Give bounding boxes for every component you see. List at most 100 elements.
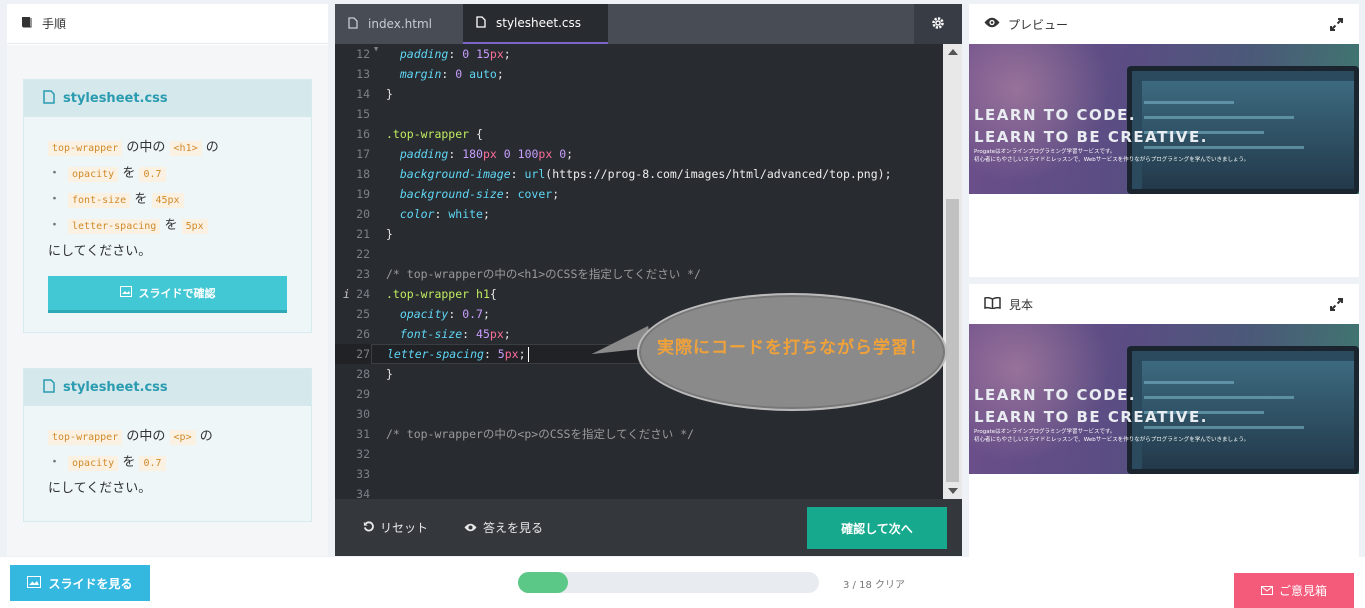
code-snippet: font-size [68,193,131,208]
line-number: 31 [356,427,370,441]
progress-bar [518,572,819,593]
instruction-text: の [199,429,213,444]
instruction-text: を [164,218,178,233]
line-number-wrap: i 24 [335,287,371,301]
line-number: 32 [356,447,370,461]
instruction-card: stylesheet.css top-wrapper の中の <h1> の ・ o… [23,79,312,333]
line-number: 33 [356,467,370,481]
instruction-text: を [122,166,136,181]
expand-icon[interactable] [1330,16,1343,35]
code-line: 15 [335,104,943,124]
hero-subtext: Progateはオンラインプログラミング学習サービスです。 初心者にもやさしいスラ… [974,148,1249,164]
instruction-line: ・ opacity を 0.7 [48,161,311,187]
instructions-title: 手順 [42,17,67,31]
instructions-panel: 手順 stylesheet.css top-wrapper の中の <h1> の… [7,4,328,556]
expand-icon[interactable] [1330,296,1343,315]
code-line: 23/* top-wrapperの中の<h1>のCSSを指定してください */ [335,264,943,284]
view-slide-label: スライドで確認 [138,286,216,300]
open-book-icon [984,296,1001,312]
editor-footer: リセット 答えを見る 確認して次へ [335,499,962,556]
instruction-text: を [122,455,136,470]
check-and-next-button[interactable]: 確認して次へ [807,507,947,549]
view-slides-button[interactable]: スライドを見る [10,565,150,601]
tab-stylesheet-css[interactable]: stylesheet.css [463,4,608,44]
tab-index-html[interactable]: index.html [335,4,463,44]
instruction-card: stylesheet.css top-wrapper の中の <p> の ・ op… [23,368,312,522]
line-number: 22 [356,247,370,261]
mail-icon [1260,584,1273,598]
preview-title: プレビュー [1008,17,1069,32]
line-number: 13 [356,67,370,81]
code-line: 20 color: white; [335,204,943,224]
progress-fill [518,572,569,593]
instruction-line: にしてください。 [48,244,152,259]
code-snippet: <h1> [169,141,202,156]
code-line: 32 [335,444,943,464]
view-slides-label: スライドを見る [48,576,133,591]
code-snippet: <p> [169,430,196,445]
progress-text: 3 / 18 クリア [843,580,905,591]
bullet: ・ [48,166,62,181]
sample-panel: 見本 LEARN TO CODE. LEARN TO BE CREATIVE. P… [969,284,1359,557]
scroll-down-arrow-icon[interactable] [948,488,958,494]
scroll-up-arrow-icon[interactable] [948,49,958,55]
hero-heading-line: LEARN TO CODE. [974,106,1137,124]
code-line: 34 [335,484,943,499]
instruction-line: ・ font-size を 45px [48,187,311,213]
code-line: 12 padding: 0 15px; [335,44,943,64]
info-marker-icon: i [343,287,350,301]
code-snippet: 45px [151,193,184,208]
hero-heading: LEARN TO CODE. LEARN TO BE CREATIVE. [974,104,1208,148]
preview-hero-image: LEARN TO CODE. LEARN TO BE CREATIVE. Prog… [969,44,1359,194]
show-answer-label: 答えを見る [483,521,544,535]
code-line: 30 [335,404,943,424]
code-snippet: top-wrapper [48,141,123,156]
vertical-scrollbar[interactable] [943,44,962,499]
line-number: 19 [356,187,370,201]
bullet: ・ [48,218,62,233]
hero-subtext-line: 初心者にもやさしいスライドとレッスンで、Webサービスを作りながらプログラミング… [974,437,1250,443]
hero-subtext: Progateはオンラインプログラミング学習サービスです。初心者にもやさしいスラ… [974,428,1249,444]
preview-column: プレビュー LEARN TO CODE. LEARN TO BE CREATIVE… [969,4,1359,564]
feedback-button[interactable]: ご意見箱 [1234,573,1354,608]
code-line: 14} [335,84,943,104]
code-line: 31/* top-wrapperの中の<p>のCSSを指定してください */ [335,424,943,444]
line-number: 23 [356,267,370,281]
fold-arrow-icon[interactable]: ▼ [374,45,378,53]
reset-button[interactable]: リセット [363,519,428,536]
line-number: 15 [356,107,370,121]
image-icon [27,575,42,591]
speech-bubble-text: 実際にコードを打ちながら学習！ [657,338,927,358]
hero-heading-line: LEARN TO CODE. [974,386,1137,404]
line-number: 29 [356,387,370,401]
preview-panel: プレビュー LEARN TO CODE. LEARN TO BE CREATIVE… [969,4,1359,277]
text-cursor [527,346,529,362]
code-snippet: opacity [68,456,119,471]
view-slide-button[interactable]: スライドで確認 [48,276,287,313]
code-snippet: 0.7 [139,456,166,471]
bullet: ・ [48,455,62,470]
line-number: 21 [356,227,370,241]
bullet: ・ [48,192,62,207]
show-answer-button[interactable]: 答えを見る [464,519,543,536]
file-icon [43,89,55,108]
code-line: 22 [335,244,943,264]
file-icon [476,15,486,31]
instruction-line: top-wrapper の中の <h1> の [48,135,311,161]
code-line: 18 background-image: url(https://prog-8.… [335,164,943,184]
image-icon [119,281,132,306]
instruction-line: top-wrapper の中の <p> の [48,424,311,450]
eye-icon [464,521,477,535]
hero-subtext-line: Progateはオンラインプログラミング学習サービスです。 [974,429,1116,435]
code-area[interactable]: 12 padding: 0 15px; 13 margin: 0 auto; 1… [335,44,943,499]
instructions-header: 手順 [7,4,328,44]
line-number: 17 [356,147,370,161]
code-line: 21} [335,224,943,244]
code-line: 19 background-size: cover; [335,184,943,204]
gear-icon [931,15,945,34]
hero-subtext-line: Progateはオンラインプログラミング学習サービスです。 [974,149,1116,155]
scrollbar-thumb[interactable] [946,199,959,482]
line-number: 25 [356,307,370,321]
instruction-line: ・ opacity を 0.7 [48,450,311,476]
settings-button[interactable] [914,4,962,44]
